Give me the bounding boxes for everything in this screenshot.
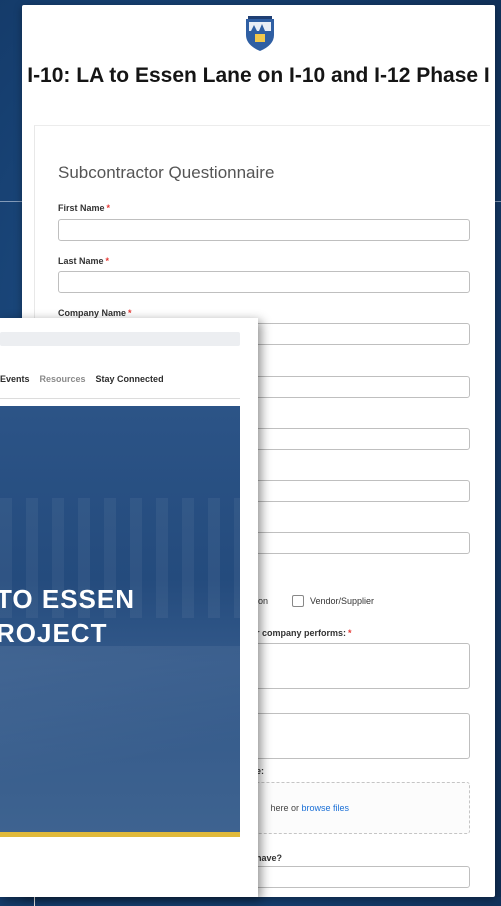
nav-resources[interactable]: Resources bbox=[40, 374, 86, 384]
project-title: I-10: LA to Essen Lane on I-10 and I-12 … bbox=[27, 64, 490, 87]
website-top-bar bbox=[0, 332, 240, 346]
dropzone-text: here or browse files bbox=[270, 803, 349, 813]
option-label-partial: on bbox=[258, 596, 269, 606]
company-name-label: Company Name * bbox=[58, 308, 132, 318]
vendor-supplier-label: Vendor/Supplier bbox=[310, 596, 375, 606]
first-name-label: First Name * bbox=[58, 203, 111, 213]
website-nav: Events Resources Stay Connected bbox=[0, 374, 174, 384]
last-name-input[interactable] bbox=[58, 271, 470, 293]
required-marker: * bbox=[128, 308, 132, 318]
nav-stay-connected[interactable]: Stay Connected bbox=[96, 374, 164, 384]
required-marker: * bbox=[105, 256, 110, 266]
hero-accent-stripe bbox=[0, 832, 240, 837]
services-performed-label: r company performs: * bbox=[256, 628, 352, 638]
hero-title: TO ESSEN ROJECT bbox=[0, 584, 136, 648]
browse-files-link[interactable]: browse files bbox=[301, 803, 349, 813]
question-have-label: have? bbox=[256, 853, 283, 863]
project-logo bbox=[246, 16, 274, 51]
first-name-input[interactable] bbox=[58, 219, 470, 241]
required-marker: * bbox=[348, 628, 352, 638]
nav-divider bbox=[0, 398, 240, 399]
vendor-supplier-checkbox[interactable] bbox=[292, 595, 304, 607]
hero-road-surface bbox=[0, 646, 240, 836]
nav-events[interactable]: Events bbox=[0, 374, 30, 384]
last-name-label: Last Name * bbox=[58, 256, 110, 266]
form-heading: Subcontractor Questionnaire bbox=[58, 163, 275, 182]
project-website-screenshot: Events Resources Stay Connected TO ESSEN R… bbox=[0, 318, 258, 897]
required-marker: * bbox=[106, 203, 111, 213]
